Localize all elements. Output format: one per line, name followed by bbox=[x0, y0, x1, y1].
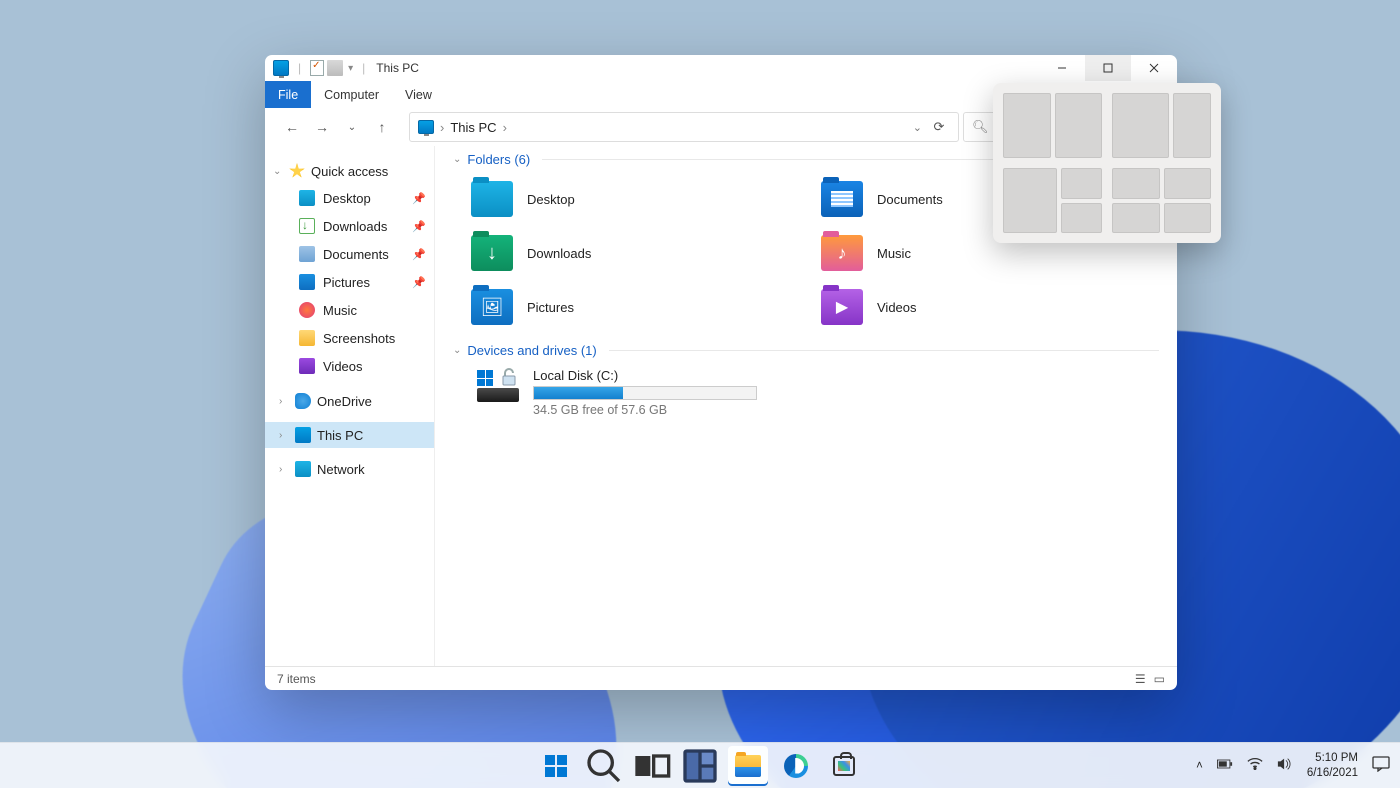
snap-layouts-flyout bbox=[993, 83, 1221, 243]
music-icon bbox=[299, 302, 315, 318]
refresh-button[interactable]: ⟳ bbox=[928, 119, 950, 135]
taskbar-search-button[interactable] bbox=[584, 746, 624, 786]
edge-icon bbox=[784, 754, 808, 778]
tab-computer[interactable]: Computer bbox=[311, 81, 392, 108]
download-icon bbox=[299, 218, 315, 234]
address-bar[interactable]: › This PC › ⌄ ⟳ bbox=[409, 112, 959, 142]
pictures-folder-icon: 🖼 bbox=[471, 289, 513, 325]
folder-icon bbox=[735, 755, 761, 777]
tray-overflow-button[interactable]: ˄ bbox=[1196, 760, 1203, 772]
documents-folder-icon bbox=[821, 181, 863, 217]
taskbar-edge[interactable] bbox=[776, 746, 816, 786]
chevron-right-icon: › bbox=[279, 396, 289, 407]
this-pc-icon bbox=[295, 427, 311, 443]
folder-icon[interactable] bbox=[327, 60, 343, 76]
sidebar-item-documents[interactable]: Documents📌 bbox=[265, 240, 434, 268]
pin-icon: 📌 bbox=[412, 248, 426, 261]
sidebar-quick-access[interactable]: ⌄ Quick access bbox=[265, 158, 434, 184]
sidebar-network[interactable]: ›Network bbox=[265, 456, 434, 482]
pin-icon: 📌 bbox=[412, 276, 426, 289]
folder-videos[interactable]: ▶Videos bbox=[817, 283, 1167, 331]
this-pc-icon bbox=[418, 120, 434, 134]
snap-layout-quarters[interactable] bbox=[1112, 168, 1211, 233]
network-icon bbox=[295, 461, 311, 477]
battery-icon[interactable] bbox=[1217, 757, 1233, 774]
minimize-button[interactable] bbox=[1039, 55, 1085, 81]
this-pc-icon bbox=[273, 60, 289, 76]
sidebar-this-pc[interactable]: ›This PC bbox=[265, 422, 434, 448]
volume-icon[interactable] bbox=[1277, 757, 1293, 774]
documents-icon bbox=[299, 246, 315, 262]
titlebar[interactable]: | ▾ | This PC bbox=[265, 55, 1177, 81]
pin-icon: 📌 bbox=[412, 192, 426, 205]
task-view-button[interactable] bbox=[632, 746, 672, 786]
store-icon bbox=[833, 756, 855, 776]
bitlocker-unlocked-icon bbox=[501, 368, 517, 386]
onedrive-icon bbox=[295, 393, 311, 409]
navigation-pane: ⌄ Quick access Desktop📌 Downloads📌 Docum… bbox=[265, 146, 435, 666]
start-button[interactable] bbox=[536, 746, 576, 786]
sidebar-item-downloads[interactable]: Downloads📌 bbox=[265, 212, 434, 240]
chevron-down-icon: ⌄ bbox=[453, 154, 461, 165]
sidebar-item-screenshots[interactable]: Screenshots bbox=[265, 324, 434, 352]
desktop-folder-icon bbox=[471, 181, 513, 217]
taskbar-store[interactable] bbox=[824, 746, 864, 786]
pin-icon: 📌 bbox=[412, 220, 426, 233]
drive-icon bbox=[477, 368, 519, 402]
star-icon bbox=[289, 163, 305, 179]
music-folder-icon: ♪ bbox=[821, 235, 863, 271]
recent-locations-button[interactable]: ⌄ bbox=[337, 112, 367, 142]
window-title: This PC bbox=[374, 61, 419, 75]
screenshots-icon bbox=[299, 330, 315, 346]
taskbar-clock[interactable]: 5:10 PM 6/16/2021 bbox=[1307, 751, 1358, 780]
drive-free-text: 34.5 GB free of 57.6 GB bbox=[533, 403, 1167, 417]
sidebar-item-videos[interactable]: Videos bbox=[265, 352, 434, 380]
folder-pictures[interactable]: 🖼Pictures bbox=[467, 283, 817, 331]
notifications-button[interactable] bbox=[1372, 756, 1390, 775]
chevron-down-icon: ⌄ bbox=[273, 166, 283, 177]
drive-usage-bar bbox=[533, 386, 757, 400]
forward-button[interactable]: → bbox=[307, 112, 337, 142]
sidebar-item-pictures[interactable]: Pictures📌 bbox=[265, 268, 434, 296]
status-item-count: 7 items bbox=[277, 672, 316, 686]
taskbar: ˄ 5:10 PM 6/16/2021 bbox=[0, 742, 1400, 788]
large-icons-view-button[interactable]: ▭ bbox=[1154, 672, 1165, 686]
close-button[interactable] bbox=[1131, 55, 1177, 81]
snap-layout-half-half[interactable] bbox=[1003, 93, 1102, 158]
taskbar-file-explorer[interactable] bbox=[728, 746, 768, 786]
search-icon: 🔍︎ bbox=[972, 119, 989, 135]
sidebar-item-music[interactable]: Music bbox=[265, 296, 434, 324]
maximize-button[interactable] bbox=[1085, 55, 1131, 81]
chevron-down-icon: ⌄ bbox=[453, 345, 461, 356]
sidebar-onedrive[interactable]: ›OneDrive bbox=[265, 388, 434, 414]
up-button[interactable]: ↑ bbox=[367, 112, 397, 142]
system-tray: ˄ 5:10 PM 6/16/2021 bbox=[1196, 751, 1390, 780]
videos-icon bbox=[299, 358, 315, 374]
qat-dropdown-icon[interactable]: ▾ bbox=[346, 63, 353, 74]
wifi-icon[interactable] bbox=[1247, 757, 1263, 774]
desktop-icon bbox=[299, 190, 315, 206]
back-button[interactable]: ← bbox=[277, 112, 307, 142]
downloads-folder-icon: ↓ bbox=[471, 235, 513, 271]
folder-desktop[interactable]: Desktop bbox=[467, 175, 817, 223]
widgets-button[interactable] bbox=[680, 746, 720, 786]
snap-layout-three-left[interactable] bbox=[1003, 168, 1102, 233]
drive-local-disk-c[interactable]: Local Disk (C:) 34.5 GB free of 57.6 GB bbox=[435, 362, 1177, 423]
breadcrumb[interactable]: This PC bbox=[450, 120, 496, 135]
chevron-right-icon: › bbox=[279, 464, 289, 475]
sidebar-item-desktop[interactable]: Desktop📌 bbox=[265, 184, 434, 212]
chevron-right-icon: › bbox=[279, 430, 289, 441]
pictures-icon bbox=[299, 274, 315, 290]
address-history-icon[interactable]: ⌄ bbox=[913, 121, 922, 134]
status-bar: 7 items ☰ ▭ bbox=[265, 666, 1177, 690]
tab-file[interactable]: File bbox=[265, 81, 311, 108]
snap-layout-wide-narrow[interactable] bbox=[1112, 93, 1211, 158]
drive-name: Local Disk (C:) bbox=[533, 368, 1167, 383]
group-drives-header[interactable]: ⌄ Devices and drives (1) bbox=[435, 339, 1177, 362]
properties-icon[interactable] bbox=[310, 60, 324, 76]
folder-downloads[interactable]: ↓Downloads bbox=[467, 229, 817, 277]
details-view-button[interactable]: ☰ bbox=[1135, 672, 1146, 686]
videos-folder-icon: ▶ bbox=[821, 289, 863, 325]
tab-view[interactable]: View bbox=[392, 81, 445, 108]
